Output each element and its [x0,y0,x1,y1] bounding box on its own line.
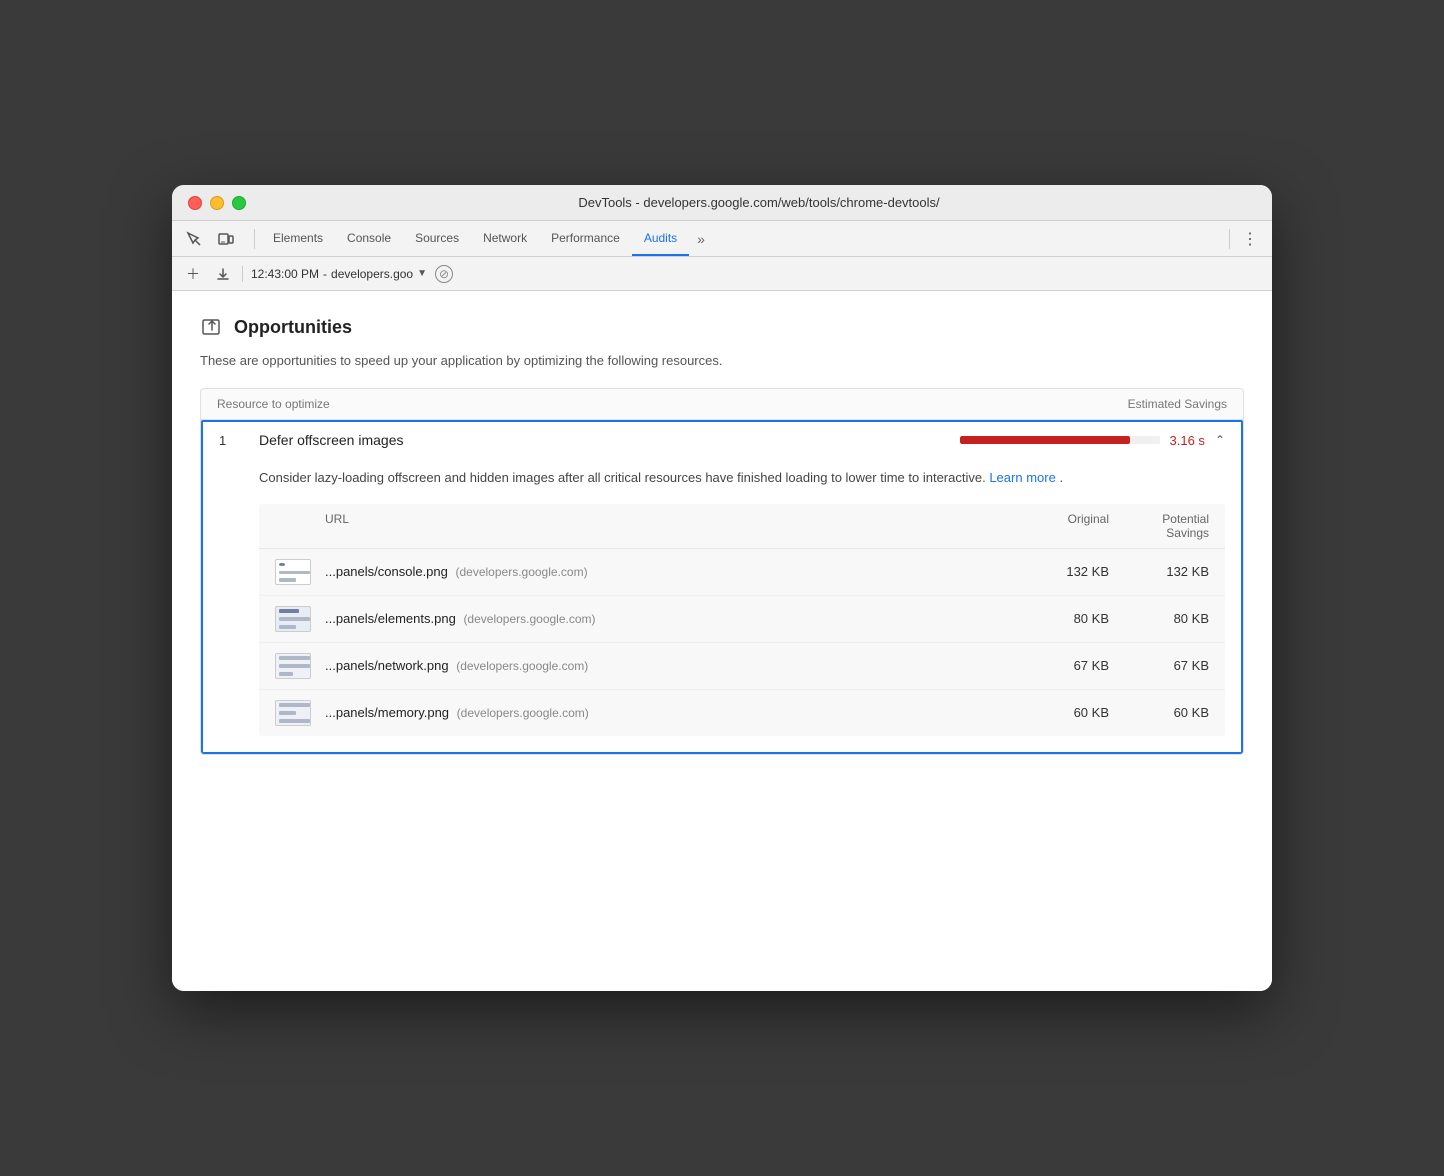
url-time: 12:43:00 PM [251,267,319,281]
sub-table: URL Original PotentialSavings [259,504,1225,736]
chevron-up-icon[interactable]: ⌃ [1215,433,1225,447]
maximize-button[interactable] [232,196,246,210]
tab-sources[interactable]: Sources [403,221,471,256]
sub-header-savings: PotentialSavings [1109,512,1209,540]
url-domain-console: (developers.google.com) [456,565,588,579]
tab-network[interactable]: Network [471,221,539,256]
opportunities-description: These are opportunities to speed up your… [200,353,1244,368]
thumb-memory [275,700,325,726]
toolbar-right-divider [1229,229,1230,249]
header-savings: Estimated Savings [927,397,1227,411]
opportunities-title: Opportunities [234,317,352,338]
sub-row-elements: ...panels/elements.png (developers.googl… [259,596,1225,643]
sub-row-network: ...panels/network.png (developers.google… [259,643,1225,690]
close-button[interactable] [188,196,202,210]
stop-icon[interactable]: ⊘ [435,265,453,283]
original-network: 67 KB [1009,658,1109,673]
savings-bar [960,436,1130,444]
devtools-tabs: Elements Console Sources Network Perform… [261,221,1223,256]
traffic-lights [188,196,246,210]
tab-console[interactable]: Console [335,221,403,256]
url-separator: - [323,267,327,281]
sub-url-elements: ...panels/elements.png (developers.googl… [325,611,1009,626]
url-main-memory: ...panels/memory.png [325,705,449,720]
sub-row-memory: ...panels/memory.png (developers.google.… [259,690,1225,736]
download-icon[interactable] [212,263,234,285]
learn-more-link[interactable]: Learn more [989,470,1055,485]
url-domain-memory: (developers.google.com) [457,706,589,720]
original-console: 132 KB [1009,564,1109,579]
savings-network: 67 KB [1109,658,1209,673]
tab-performance[interactable]: Performance [539,221,632,256]
row-detail: Consider lazy-loading offscreen and hidd… [203,458,1241,752]
sub-table-header: URL Original PotentialSavings [259,504,1225,549]
address-bar: ＋ 12:43:00 PM - developers.goo ▼ ⊘ [172,257,1272,291]
url-dropdown-icon[interactable]: ▼ [417,268,427,279]
devtools-toolbar: Elements Console Sources Network Perform… [172,221,1272,257]
sub-url-network: ...panels/network.png (developers.google… [325,658,1009,673]
header-resource: Resource to optimize [217,397,927,411]
url-main-network: ...panels/network.png [325,658,449,673]
original-elements: 80 KB [1009,611,1109,626]
savings-elements: 80 KB [1109,611,1209,626]
tab-audits[interactable]: Audits [632,221,689,256]
url-domain-elements: (developers.google.com) [463,612,595,626]
row-number: 1 [219,433,259,448]
device-icon[interactable] [212,225,240,253]
url-main-console: ...panels/console.png [325,564,448,579]
new-tab-icon[interactable]: ＋ [182,263,204,285]
row-detail-description: Consider lazy-loading offscreen and hidd… [259,468,1225,488]
url-domain-network: (developers.google.com) [456,659,588,673]
window-title: DevTools - developers.google.com/web/too… [262,195,1256,210]
sub-header-original: Original [1009,512,1109,540]
thumb-console [275,559,325,585]
row-main-clickable[interactable]: 1 Defer offscreen images 3.16 s ⌃ [203,422,1241,458]
table-header-row: Resource to optimize Estimated Savings [201,389,1243,420]
url-text: developers.goo [331,267,413,281]
savings-bar-container [960,436,1160,444]
address-url[interactable]: 12:43:00 PM - developers.goo ▼ [251,267,427,281]
sub-row-console: ...panels/console.png (developers.google… [259,549,1225,596]
sub-url-memory: ...panels/memory.png (developers.google.… [325,705,1009,720]
url-main-elements: ...panels/elements.png [325,611,456,626]
toolbar-right: ⋮ [1223,225,1264,253]
sub-url-console: ...panels/console.png (developers.google… [325,564,1009,579]
original-memory: 60 KB [1009,705,1109,720]
sub-header-url: URL [325,512,1009,540]
savings-console: 132 KB [1109,564,1209,579]
main-content: Opportunities These are opportunities to… [172,291,1272,991]
toolbar-divider [254,229,255,249]
thumb-elements [275,606,325,632]
tab-elements[interactable]: Elements [261,221,335,256]
addr-divider [242,266,243,282]
savings-memory: 60 KB [1109,705,1209,720]
row-title: Defer offscreen images [259,432,925,448]
opportunity-row-1: 1 Defer offscreen images 3.16 s ⌃ Consid… [201,420,1243,754]
tab-more-icon[interactable]: » [689,231,713,247]
row-savings: 3.16 s ⌃ [925,433,1225,448]
title-bar: DevTools - developers.google.com/web/too… [172,185,1272,221]
inspect-icon[interactable] [180,225,208,253]
thumb-network [275,653,325,679]
toolbar-icons [180,225,240,253]
sub-header-thumb [275,512,325,540]
minimize-button[interactable] [210,196,224,210]
opportunities-header: Opportunities [200,315,1244,339]
opportunities-table: Resource to optimize Estimated Savings 1… [200,388,1244,755]
devtools-window: DevTools - developers.google.com/web/too… [172,185,1272,991]
savings-time-value: 3.16 s [1170,433,1205,448]
opportunities-icon [200,315,224,339]
kebab-menu-button[interactable]: ⋮ [1236,225,1264,253]
